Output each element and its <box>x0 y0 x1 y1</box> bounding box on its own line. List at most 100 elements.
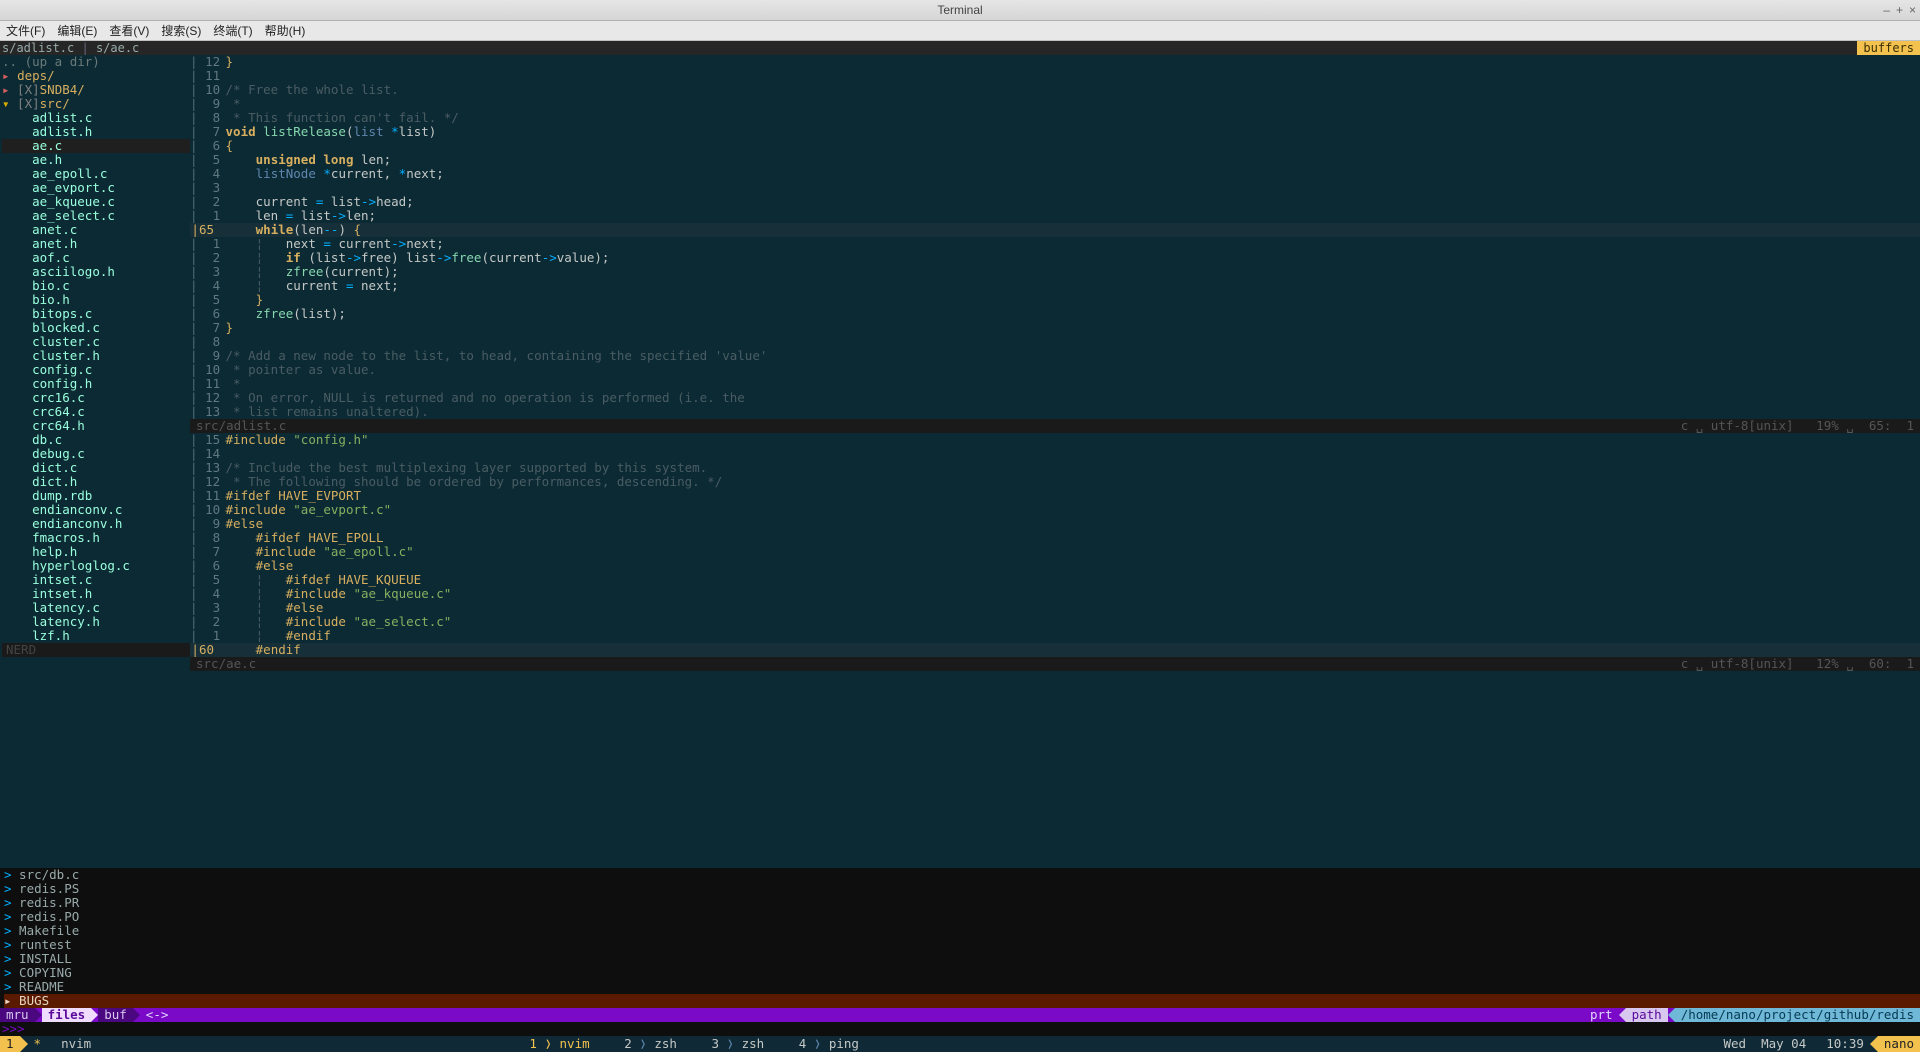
code-line[interactable]: | 12 } <box>190 55 1920 69</box>
maximize-icon[interactable]: + <box>1896 3 1903 17</box>
tree-row[interactable]: .. (up a dir) <box>2 55 190 69</box>
tree-row[interactable]: help.h <box>2 545 190 559</box>
code-line[interactable]: | 1 ¦ next = current->next; <box>190 237 1920 251</box>
code-line[interactable]: | 11 * <box>190 377 1920 391</box>
minimize-icon[interactable]: – <box>1883 3 1890 17</box>
code-line[interactable]: | 5 unsigned long len; <box>190 153 1920 167</box>
tree-row[interactable]: bio.c <box>2 279 190 293</box>
tab-adlist[interactable]: s/adlist.c <box>2 41 74 55</box>
tree-row[interactable]: config.h <box>2 377 190 391</box>
tree-row[interactable]: latency.h <box>2 615 190 629</box>
code-line[interactable]: | 6 zfree(list); <box>190 307 1920 321</box>
code-line[interactable]: | 6 { <box>190 139 1920 153</box>
menu-item[interactable]: 文件(F) <box>6 22 45 39</box>
menu-item[interactable]: 帮助(H) <box>265 22 306 39</box>
tree-row[interactable]: cluster.h <box>2 349 190 363</box>
code-line[interactable]: | 4 ¦ #include "ae_kqueue.c" <box>190 587 1920 601</box>
tree-row[interactable]: hyperloglog.c <box>2 559 190 573</box>
tree-row[interactable]: blocked.c <box>2 321 190 335</box>
tree-row[interactable]: adlist.h <box>2 125 190 139</box>
tmux-window[interactable]: 1 ❭ nvim <box>516 1036 611 1052</box>
tree-row[interactable]: anet.c <box>2 223 190 237</box>
menu-item[interactable]: 查看(V) <box>109 22 149 39</box>
code-line[interactable]: | 2 ¦ #include "ae_select.c" <box>190 615 1920 629</box>
code-line[interactable]: | 2 ¦ if (list->free) list->free(current… <box>190 251 1920 265</box>
tab-ae[interactable]: s/ae.c <box>96 41 139 55</box>
tree-row[interactable]: cluster.c <box>2 335 190 349</box>
code-line[interactable]: | 7 #include "ae_epoll.c" <box>190 545 1920 559</box>
ctrlp-item[interactable]: > redis.PO <box>4 910 1920 924</box>
file-tree[interactable]: .. (up a dir)▸ deps/▸ [X]SNDB4/▾ [X]src/… <box>0 55 190 868</box>
tree-row[interactable]: db.c <box>2 433 190 447</box>
code-line[interactable]: | 1 ¦ #endif <box>190 629 1920 643</box>
tree-row[interactable]: crc64.h <box>2 419 190 433</box>
code-line[interactable]: | 3 ¦ zfree(current); <box>190 265 1920 279</box>
tree-row[interactable]: ae_evport.c <box>2 181 190 195</box>
code-line[interactable]: | 7 } <box>190 321 1920 335</box>
code-line[interactable]: | 6 #else <box>190 559 1920 573</box>
code-line[interactable]: |65 while(len--) { <box>190 223 1920 237</box>
menu-item[interactable]: 编辑(E) <box>57 22 97 39</box>
tree-row[interactable]: endianconv.c <box>2 503 190 517</box>
code-line[interactable]: | 5 ¦ #ifdef HAVE_KQUEUE <box>190 573 1920 587</box>
tree-row[interactable]: endianconv.h <box>2 517 190 531</box>
tree-row[interactable]: adlist.c <box>2 111 190 125</box>
ctrlp-results[interactable]: > src/db.c> redis.PS> redis.PR> redis.PO… <box>0 868 1920 1008</box>
code-line[interactable]: | 3 <box>190 181 1920 195</box>
tmux-window[interactable]: 4 ❭ ping <box>785 1036 880 1052</box>
tree-row[interactable]: aof.c <box>2 251 190 265</box>
tree-row[interactable]: bio.h <box>2 293 190 307</box>
ctrlp-prompt[interactable]: >>> <box>0 1022 1920 1036</box>
tree-row[interactable]: asciilogo.h <box>2 265 190 279</box>
code-line[interactable]: | 9 * <box>190 97 1920 111</box>
editor-top-split[interactable]: | 12 }| 11 | 10 /* Free the whole list.|… <box>190 55 1920 419</box>
code-line[interactable]: | 1 len = list->len; <box>190 209 1920 223</box>
code-line[interactable]: | 7 void listRelease(list *list) <box>190 125 1920 139</box>
code-line[interactable]: | 10 #include "ae_evport.c" <box>190 503 1920 517</box>
tree-row[interactable]: ae_select.c <box>2 209 190 223</box>
ctrlp-item-selected[interactable]: ▸ BUGS <box>4 994 1920 1008</box>
menu-item[interactable]: 终端(T) <box>213 22 252 39</box>
code-line[interactable]: | 14 <box>190 447 1920 461</box>
code-line[interactable]: | 13 /* Include the best multiplexing la… <box>190 461 1920 475</box>
tree-row[interactable]: lzf.h <box>2 629 190 643</box>
tree-row[interactable]: ae_kqueue.c <box>2 195 190 209</box>
tmux-window[interactable]: 3 ❭ zsh <box>698 1036 785 1052</box>
code-line[interactable]: | 8 * This function can't fail. */ <box>190 111 1920 125</box>
editor-bottom-split[interactable]: | 15 #include "config.h"| 14 | 13 /* Inc… <box>190 433 1920 657</box>
code-line[interactable]: | 8 #ifdef HAVE_EPOLL <box>190 531 1920 545</box>
code-line[interactable]: | 3 ¦ #else <box>190 601 1920 615</box>
ctrlp-files[interactable]: files <box>42 1008 92 1022</box>
tree-row[interactable]: latency.c <box>2 601 190 615</box>
code-line[interactable]: | 10 * pointer as value. <box>190 363 1920 377</box>
tree-row[interactable]: crc64.c <box>2 405 190 419</box>
tree-row[interactable]: bitops.c <box>2 307 190 321</box>
code-line[interactable]: | 10 /* Free the whole list. <box>190 83 1920 97</box>
menu-item[interactable]: 搜索(S) <box>161 22 201 39</box>
tree-row[interactable]: ▾ [X]src/ <box>2 97 190 111</box>
code-line[interactable]: | 5 } <box>190 293 1920 307</box>
tree-row[interactable]: intset.c <box>2 573 190 587</box>
code-line[interactable]: | 8 <box>190 335 1920 349</box>
tree-row[interactable]: config.c <box>2 363 190 377</box>
tree-row[interactable]: intset.h <box>2 587 190 601</box>
tmux-session[interactable]: 1 <box>0 1036 20 1052</box>
code-line[interactable]: | 15 #include "config.h" <box>190 433 1920 447</box>
code-line[interactable]: | 11 <box>190 69 1920 83</box>
code-line[interactable]: | 4 ¦ current = next; <box>190 279 1920 293</box>
ctrlp-item[interactable]: > Makefile <box>4 924 1920 938</box>
ctrlp-item[interactable]: > INSTALL <box>4 952 1920 966</box>
ctrlp-item[interactable]: > runtest <box>4 938 1920 952</box>
code-line[interactable]: | 12 * On error, NULL is returned and no… <box>190 391 1920 405</box>
tmux-window[interactable]: 2 ❭ zsh <box>611 1036 698 1052</box>
ctrlp-item[interactable]: > COPYING <box>4 966 1920 980</box>
tree-row[interactable]: ▸ deps/ <box>2 69 190 83</box>
code-line[interactable]: | 9 #else <box>190 517 1920 531</box>
tree-row[interactable]: dict.h <box>2 475 190 489</box>
code-line[interactable]: | 9 /* Add a new node to the list, to he… <box>190 349 1920 363</box>
tree-row[interactable]: ▸ [X]SNDB4/ <box>2 83 190 97</box>
close-icon[interactable]: × <box>1909 3 1916 17</box>
code-line[interactable]: | 11 #ifdef HAVE_EVPORT <box>190 489 1920 503</box>
tree-row[interactable]: anet.h <box>2 237 190 251</box>
tree-row[interactable]: dict.c <box>2 461 190 475</box>
